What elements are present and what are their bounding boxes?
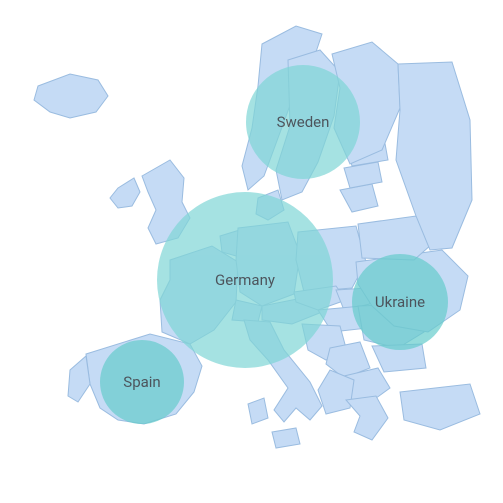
- bubble-label: Ukraine: [375, 293, 425, 311]
- bubble-germany[interactable]: Germany: [157, 192, 333, 368]
- bubble-label: Spain: [123, 373, 160, 391]
- bubble-label: Germany: [215, 271, 275, 289]
- bubble-ukraine[interactable]: Ukraine: [352, 254, 448, 350]
- bubble-sweden[interactable]: Sweden: [246, 65, 360, 179]
- bubble-spain[interactable]: Spain: [100, 340, 184, 424]
- europe-bubble-map: Germany Sweden Ukraine Spain: [0, 0, 503, 503]
- bubble-label: Sweden: [277, 113, 330, 131]
